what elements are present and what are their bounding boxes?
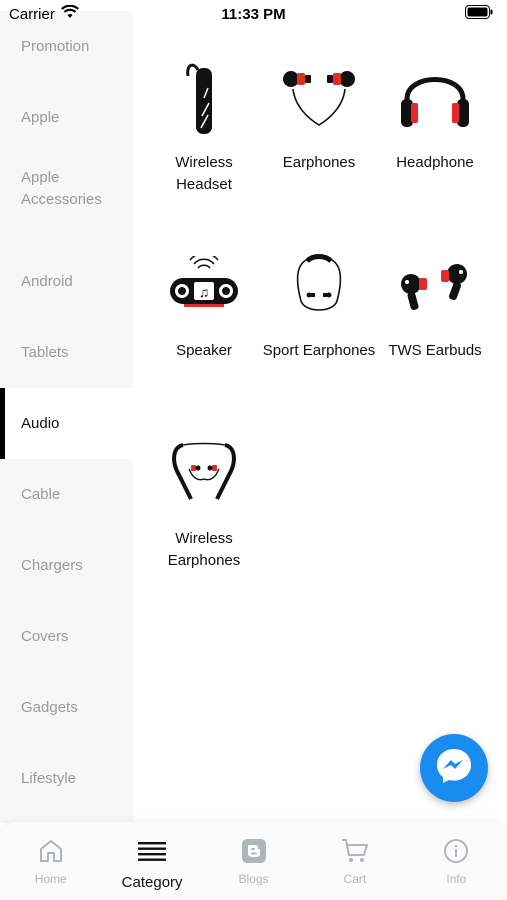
sidebar-item-gadgets[interactable]: Gadgets — [0, 672, 133, 743]
earphones-icon — [261, 48, 377, 148]
wireless-earphones-icon — [146, 424, 262, 524]
category-sport-earphones[interactable]: Sport Earphones — [261, 236, 377, 362]
status-time: 11:33 PM — [221, 5, 286, 23]
sidebar-item-label: Gadgets — [21, 698, 78, 716]
cart-icon — [341, 836, 369, 866]
tab-label: Category — [121, 874, 183, 891]
sidebar-item-label: Apple — [21, 108, 60, 126]
category-wireless-headset[interactable]: Wireless Headset — [146, 48, 262, 196]
messenger-icon — [434, 746, 474, 791]
home-icon — [38, 836, 64, 866]
sidebar-item-label: Chargers — [21, 556, 83, 574]
sidebar-item-chargers[interactable]: Chargers — [0, 530, 133, 601]
info-icon — [443, 836, 469, 866]
sidebar-item-tablets[interactable]: Tablets — [0, 317, 133, 388]
category-headphone[interactable]: Headphone — [377, 48, 493, 174]
tab-info[interactable]: Info — [406, 822, 507, 900]
status-bar: Carrier 11:33 PM — [0, 0, 507, 28]
tab-label: Info — [446, 872, 467, 886]
category-speaker[interactable]: ♫ Speaker — [146, 236, 262, 362]
sidebar-item-label: Promotion — [21, 37, 90, 55]
category-label: Earphones — [282, 154, 356, 171]
category-earphones[interactable]: Earphones — [261, 48, 377, 174]
subcategory-grid: Wireless Headset Earphones Headphone ♫ S… — [133, 28, 507, 823]
category-label: Wireless Earphones — [167, 530, 241, 569]
sidebar-item-label: Tablets — [21, 343, 69, 361]
category-tws-earbuds[interactable]: TWS Earbuds — [377, 236, 493, 362]
sidebar-item-apple[interactable]: Apple — [0, 82, 133, 153]
tab-cart[interactable]: Cart — [304, 822, 405, 900]
sidebar-item-label: Audio — [21, 414, 60, 432]
tab-home[interactable]: Home — [0, 822, 101, 900]
category-wireless-earphones[interactable]: Wireless Earphones — [146, 424, 262, 572]
category-label: Headphone — [396, 154, 474, 171]
tab-label: Cart — [343, 872, 367, 886]
category-label: Speaker — [176, 342, 232, 359]
tws-earbuds-icon — [377, 236, 493, 336]
sidebar-item-android[interactable]: Android — [0, 246, 133, 317]
category-label: Wireless Headset — [175, 154, 233, 193]
tab-label: Home — [34, 872, 67, 886]
svg-text:♫: ♫ — [199, 284, 210, 300]
category-label: TWS Earbuds — [388, 342, 482, 359]
speaker-icon: ♫ — [146, 236, 262, 336]
sidebar-item-cable[interactable]: Cable — [0, 459, 133, 530]
sidebar-item-label: Android — [21, 272, 73, 290]
tab-label: Blogs — [238, 872, 269, 886]
bottom-tab-bar: Home Category Blogs Cart Info — [0, 822, 507, 900]
blogger-icon — [241, 836, 267, 866]
sidebar-item-covers[interactable]: Covers — [0, 601, 133, 672]
sidebar-item-audio[interactable]: Audio — [0, 388, 133, 459]
sidebar-item-apple-accessories[interactable]: Apple Accessories — [0, 153, 133, 224]
tab-blogs[interactable]: Blogs — [203, 822, 304, 900]
category-sidebar: Promotion Apple Apple Accessories Androi… — [0, 11, 133, 823]
sidebar-item-label: Apple Accessories — [21, 168, 102, 208]
sidebar-item-lifestyle[interactable]: Lifestyle — [0, 743, 133, 814]
messenger-button[interactable] — [420, 734, 488, 802]
category-label: Sport Earphones — [262, 342, 376, 359]
headphone-icon — [377, 48, 493, 148]
tab-category[interactable]: Category — [101, 822, 202, 900]
sidebar-item-label: Lifestyle — [21, 769, 77, 787]
sidebar-item-label: Covers — [21, 627, 69, 645]
sidebar-item-label: Cable — [21, 485, 61, 503]
sport-earphones-icon — [261, 236, 377, 336]
wireless-headset-icon — [146, 48, 262, 148]
menu-icon — [138, 836, 167, 866]
